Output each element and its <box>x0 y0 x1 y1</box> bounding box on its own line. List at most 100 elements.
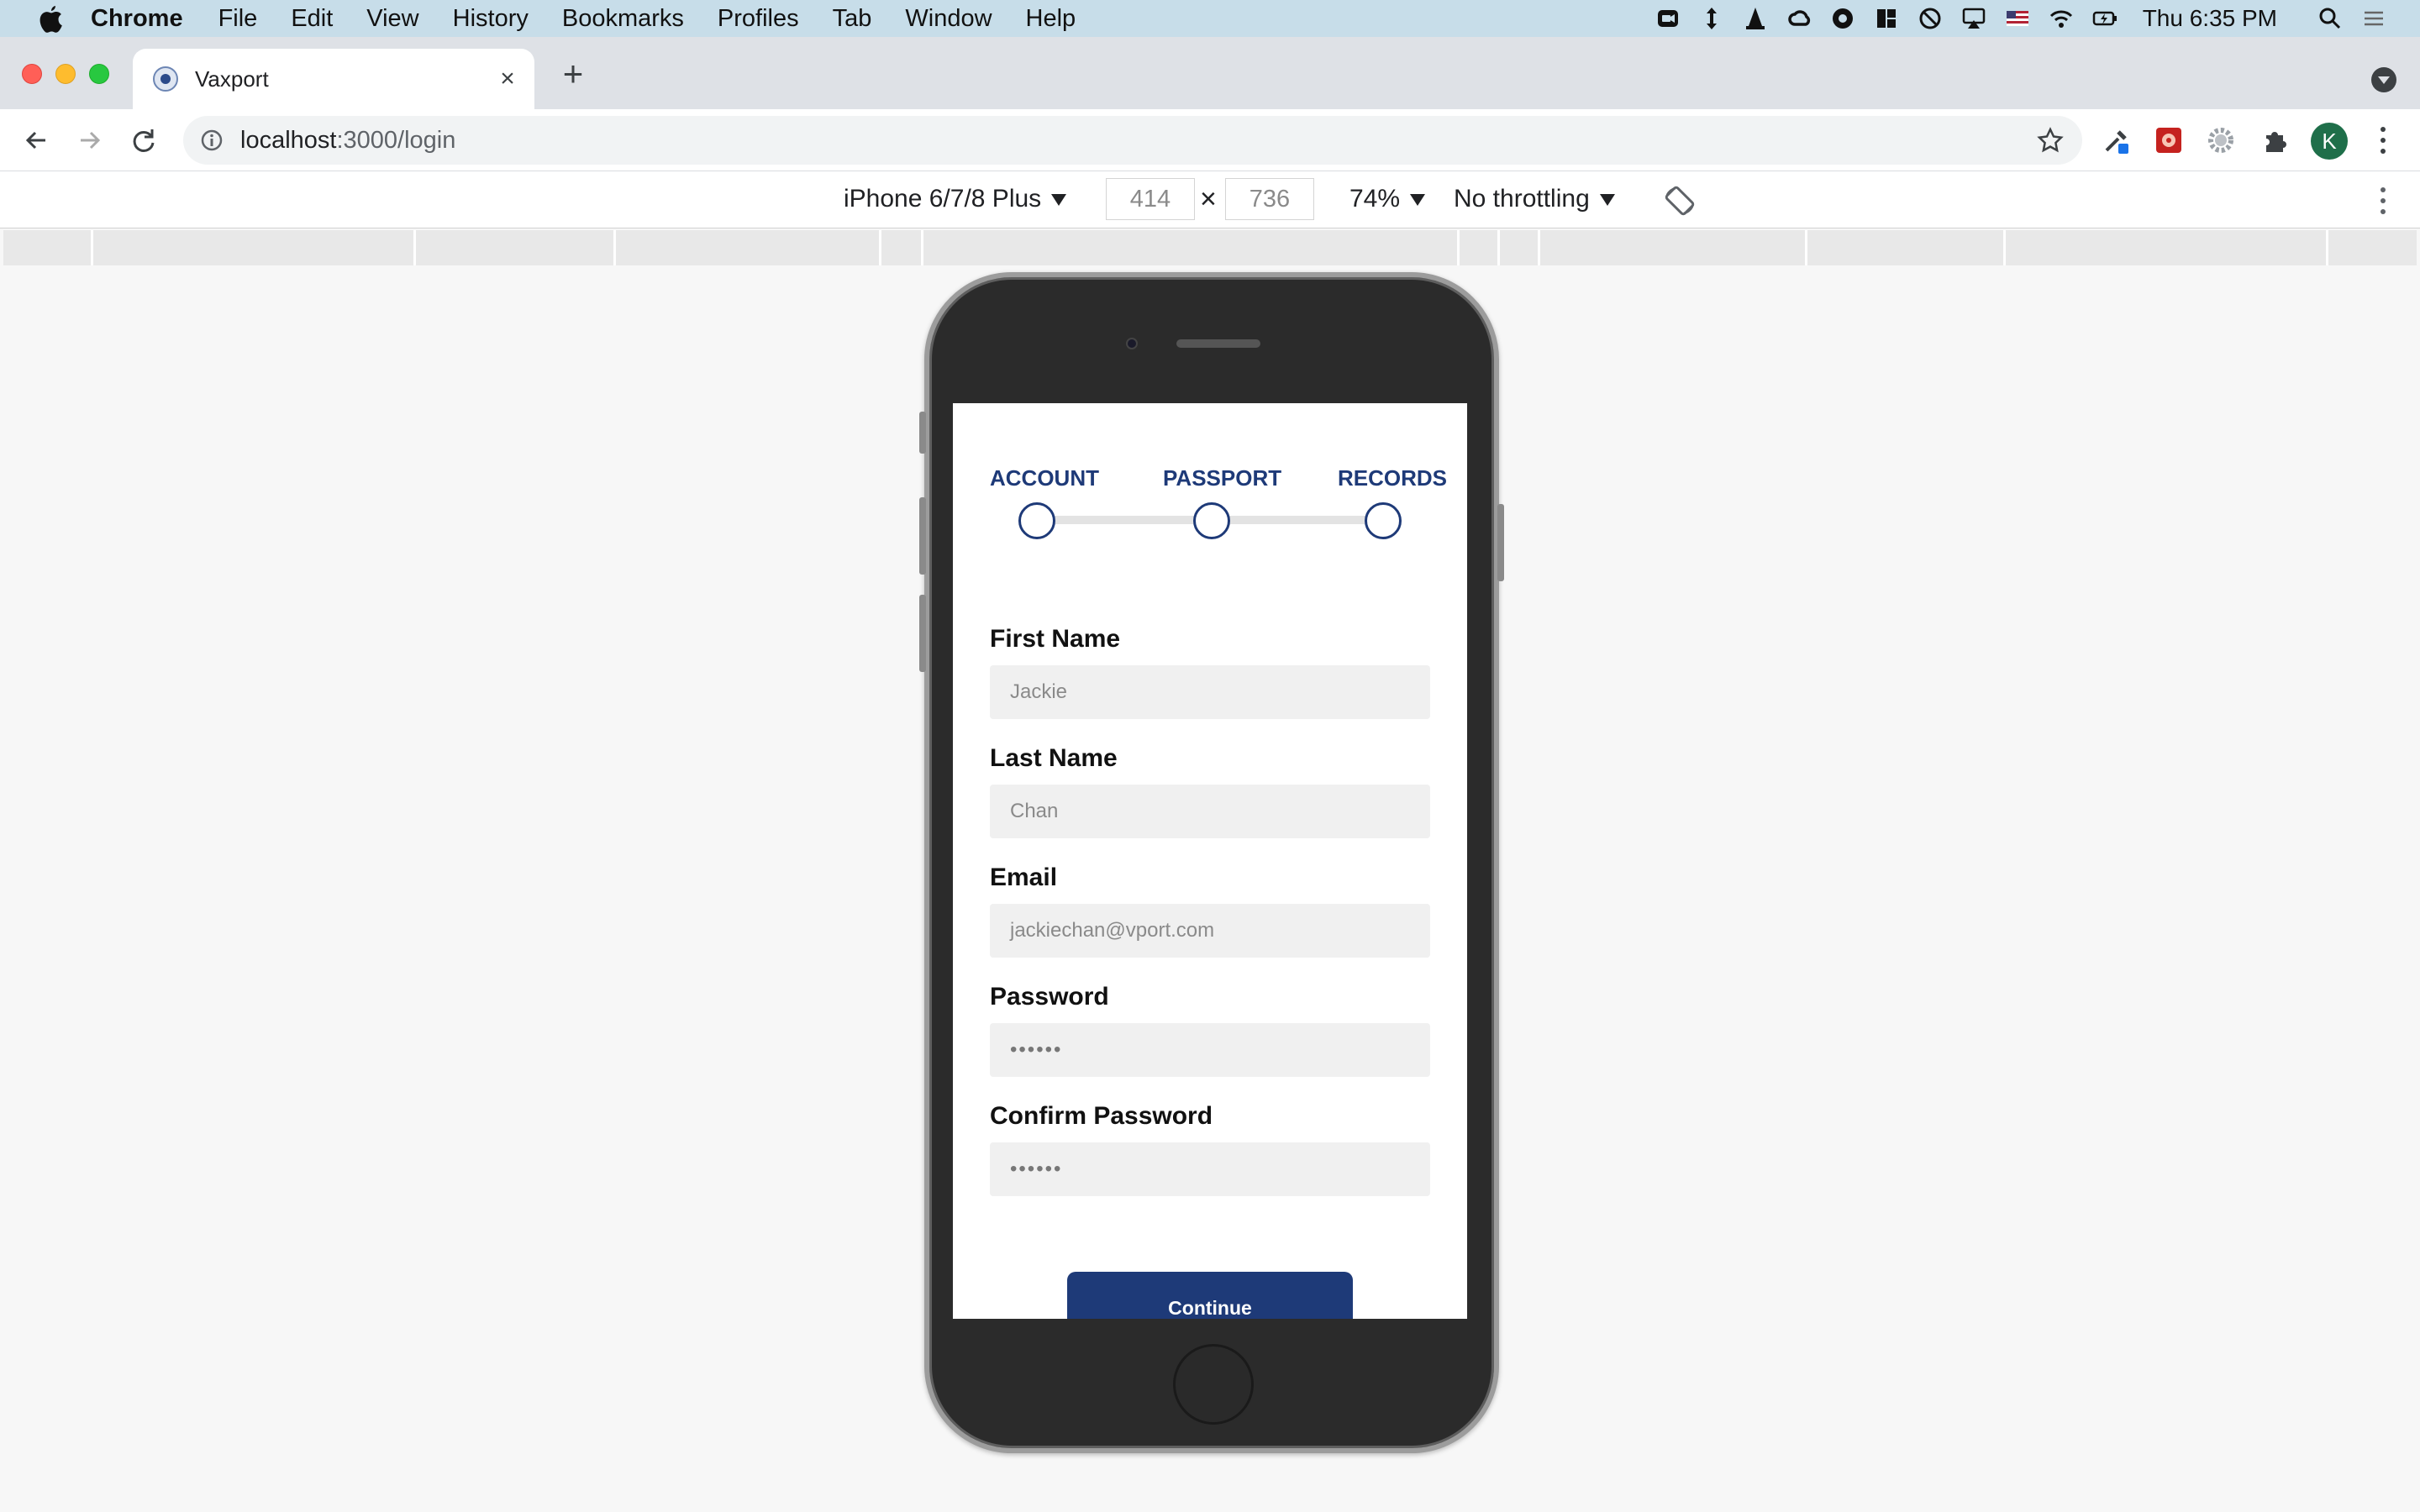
step-records-indicator[interactable] <box>1365 502 1402 539</box>
reload-icon[interactable] <box>128 124 160 156</box>
ruler-divider <box>613 230 616 265</box>
address-bar[interactable]: localhost:3000/login <box>183 116 2082 165</box>
viewport-height-input[interactable]: 736 <box>1225 178 1314 220</box>
volume-down-button <box>919 595 926 672</box>
url-text[interactable]: localhost:3000/login <box>240 127 455 155</box>
app-screen: ACCOUNT PASSPORT RECORDS First Name Jack… <box>953 403 1467 1319</box>
menu-app-chrome[interactable]: Chrome <box>91 5 183 33</box>
tab-close-icon[interactable]: × <box>494 66 521 92</box>
url-host: localhost <box>240 126 337 154</box>
window-zoom-button[interactable] <box>89 64 109 84</box>
vaxport-favicon-icon <box>153 66 178 92</box>
browser-tab-vaxport[interactable]: Vaxport × <box>133 49 534 109</box>
forward-arrow-icon[interactable] <box>74 124 106 156</box>
first-name-label: First Name <box>990 625 1121 653</box>
step-passport-label: PASSPORT <box>1163 465 1282 491</box>
battery-charging-icon[interactable] <box>2092 6 2118 31</box>
media-query-ruler[interactable] <box>3 230 2417 265</box>
back-arrow-icon[interactable] <box>20 124 52 156</box>
password-label: Password <box>990 983 1109 1011</box>
spotlight-search-icon[interactable] <box>2317 6 2343 31</box>
step-records-label: RECORDS <box>1338 465 1448 491</box>
menu-view[interactable]: View <box>366 5 418 33</box>
site-info-icon[interactable] <box>200 129 224 152</box>
creative-cloud-icon[interactable] <box>1786 6 1812 31</box>
menu-file[interactable]: File <box>218 5 258 33</box>
ruler-divider <box>879 230 881 265</box>
apple-menu-icon[interactable] <box>34 2 67 35</box>
resize-arrows-icon[interactable] <box>1699 6 1724 31</box>
bookmark-star-icon[interactable] <box>2037 127 2064 154</box>
new-tab-button[interactable]: + <box>558 56 588 92</box>
menu-edit[interactable]: Edit <box>291 5 333 33</box>
window-minimize-button[interactable] <box>55 64 76 84</box>
menu-profiles[interactable]: Profiles <box>718 5 799 33</box>
continue-button[interactable]: Continue <box>1067 1272 1353 1319</box>
rotate-device-icon[interactable] <box>1664 185 1696 217</box>
email-input[interactable]: jackiechan@vport.com <box>990 904 1430 958</box>
device-select[interactable]: iPhone 6/7/8 Plus <box>844 185 1067 213</box>
zoom-select[interactable]: 74% <box>1349 185 1426 213</box>
profile-avatar[interactable]: K <box>2311 123 2348 160</box>
url-path: :3000/login <box>336 126 456 154</box>
menu-window[interactable]: Window <box>905 5 992 33</box>
signup-stepper: ACCOUNT PASSPORT RECORDS <box>953 403 1467 571</box>
device-toolbar-menu-icon[interactable] <box>2373 185 2393 217</box>
ruler-divider <box>2326 230 2328 265</box>
step-passport-indicator[interactable] <box>1193 502 1230 539</box>
last-name-input[interactable]: Chan <box>990 785 1430 838</box>
zoom-video-icon[interactable] <box>1655 6 1681 31</box>
browser-tab-strip: Vaxport × + <box>0 37 2420 109</box>
ruler-divider <box>1457 230 1460 265</box>
menu-tab[interactable]: Tab <box>833 5 872 33</box>
browser-toolbar: localhost:3000/login K <box>0 109 2420 171</box>
red-extension-icon[interactable] <box>2153 124 2185 156</box>
step-account-label: ACCOUNT <box>990 465 1099 491</box>
ruler-divider <box>1805 230 1807 265</box>
ruler-divider <box>413 230 416 265</box>
ruler-divider <box>921 230 923 265</box>
menu-history[interactable]: History <box>453 5 529 33</box>
front-camera <box>1126 338 1138 349</box>
ruler-divider <box>1538 230 1540 265</box>
us-flag-input-icon[interactable] <box>2005 6 2030 31</box>
step-account-indicator[interactable] <box>1018 502 1055 539</box>
ruler-divider <box>2003 230 2006 265</box>
throttling-select-label: No throttling <box>1454 185 1590 213</box>
menu-bar-clock[interactable]: Thu 6:35 PM <box>2143 5 2277 32</box>
eyedropper-extension-icon[interactable] <box>2101 124 2133 156</box>
confirm-password-label: Confirm Password <box>990 1102 1213 1130</box>
tab-search-icon[interactable] <box>2371 67 2396 92</box>
menu-bookmarks[interactable]: Bookmarks <box>562 5 684 33</box>
confirm-password-input[interactable]: •••••• <box>990 1142 1430 1196</box>
chevron-down-icon <box>1410 194 1426 207</box>
volume-up-button <box>919 497 926 575</box>
window-close-button[interactable] <box>22 64 42 84</box>
ruler-divider <box>1497 230 1500 265</box>
devtools-device-toolbar: iPhone 6/7/8 Plus 414 × 736 74% No throt… <box>0 171 2420 228</box>
gear-extension-icon[interactable] <box>2205 124 2237 156</box>
first-name-input[interactable]: Jackie <box>990 665 1430 719</box>
layout-grid-icon[interactable] <box>1874 6 1899 31</box>
throttling-select[interactable]: No throttling <box>1454 185 1615 213</box>
circular-app-icon[interactable] <box>1830 6 1855 31</box>
blocked-circle-icon[interactable] <box>1918 6 1943 31</box>
extensions-puzzle-icon[interactable] <box>2259 124 2291 156</box>
email-label: Email <box>990 864 1058 891</box>
password-input[interactable]: •••••• <box>990 1023 1430 1077</box>
earpiece-speaker <box>1176 339 1260 348</box>
power-button <box>1497 504 1504 581</box>
home-button <box>1173 1344 1254 1425</box>
zoom-select-label: 74% <box>1349 185 1401 213</box>
wifi-icon[interactable] <box>2049 6 2074 31</box>
airplay-icon[interactable] <box>1961 6 1986 31</box>
vlc-cone-icon[interactable] <box>1743 6 1768 31</box>
chevron-down-icon <box>1599 194 1615 207</box>
chrome-menu-icon[interactable] <box>2373 124 2393 156</box>
menu-help[interactable]: Help <box>1026 5 1076 33</box>
last-name-label: Last Name <box>990 744 1118 772</box>
viewport-width-input[interactable]: 414 <box>1106 178 1195 220</box>
control-center-list-icon[interactable] <box>2361 6 2386 31</box>
tab-title: Vaxport <box>195 66 269 92</box>
ruler-divider <box>91 230 93 265</box>
